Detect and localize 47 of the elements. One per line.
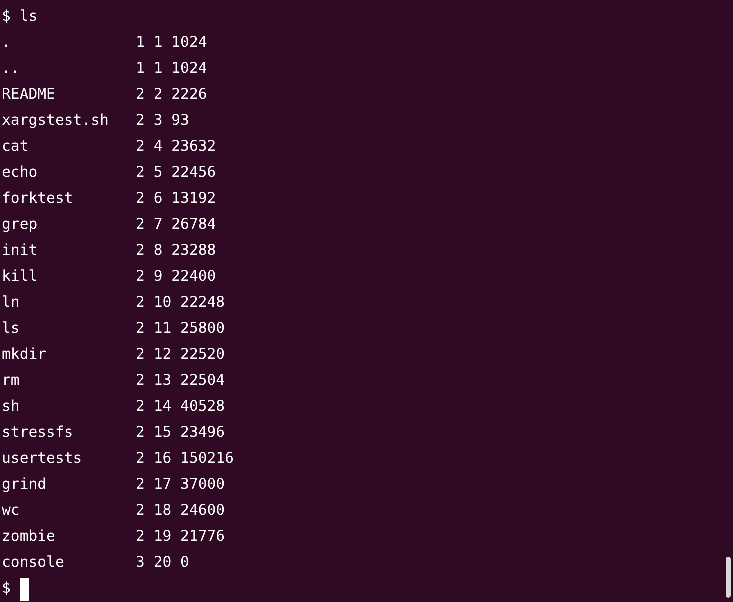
file-name: .. xyxy=(2,59,21,79)
file-stat: 2 2 2226 xyxy=(136,85,208,105)
prompt-symbol: $ xyxy=(2,7,11,27)
file-stat: 2 7 26784 xyxy=(136,215,216,235)
file-name: kill xyxy=(2,267,39,287)
file-name: zombie xyxy=(2,527,56,547)
file-name: usertests xyxy=(2,449,84,469)
file-stat: 1 1 1024 xyxy=(136,59,208,79)
file-name: stressfs xyxy=(2,423,74,443)
prompt-symbol: $ xyxy=(2,579,11,599)
file-stat: 2 8 23288 xyxy=(136,241,216,261)
text-cursor xyxy=(20,578,29,600)
file-stat: 2 12 22520 xyxy=(136,345,226,365)
command-text: ls xyxy=(20,7,38,27)
file-stat: 2 9 22400 xyxy=(136,267,216,287)
file-name: cat xyxy=(2,137,30,157)
file-stat: 2 6 13192 xyxy=(136,189,216,209)
file-name: README xyxy=(2,85,56,105)
file-stat: 2 15 23496 xyxy=(136,423,226,443)
file-stat: 3 20 0 xyxy=(136,553,190,573)
file-stat: 2 13 22504 xyxy=(136,371,226,391)
file-stat: 2 18 24600 xyxy=(136,501,226,521)
file-name: rm xyxy=(2,371,21,391)
scrollbar-thumb[interactable] xyxy=(726,557,731,598)
file-name: grep xyxy=(2,215,39,235)
file-name: echo xyxy=(2,163,39,183)
file-stat: 2 3 93 xyxy=(136,111,190,131)
file-stat: 2 16 150216 xyxy=(136,449,234,469)
file-name: init xyxy=(2,241,39,261)
file-stat: 2 17 37000 xyxy=(136,475,226,495)
file-name: ln xyxy=(2,293,21,313)
file-stat: 2 4 23632 xyxy=(136,137,216,157)
file-stat: 1 1 1024 xyxy=(136,33,208,53)
file-name: ls xyxy=(2,319,21,339)
file-name: wc xyxy=(2,501,21,521)
file-stat: 2 14 40528 xyxy=(136,397,226,417)
file-stat: 2 5 22456 xyxy=(136,163,216,183)
file-stat: 2 10 22248 xyxy=(136,293,226,313)
file-stat: 2 11 25800 xyxy=(136,319,226,339)
file-name: . xyxy=(2,33,12,53)
file-name: xargstest.sh xyxy=(2,111,110,131)
file-stat: 2 19 21776 xyxy=(136,527,226,547)
file-name: console xyxy=(2,553,66,573)
file-name: forktest xyxy=(2,189,74,209)
file-name: mkdir xyxy=(2,345,48,365)
file-name: grind xyxy=(2,475,48,495)
file-name: sh xyxy=(2,397,21,417)
